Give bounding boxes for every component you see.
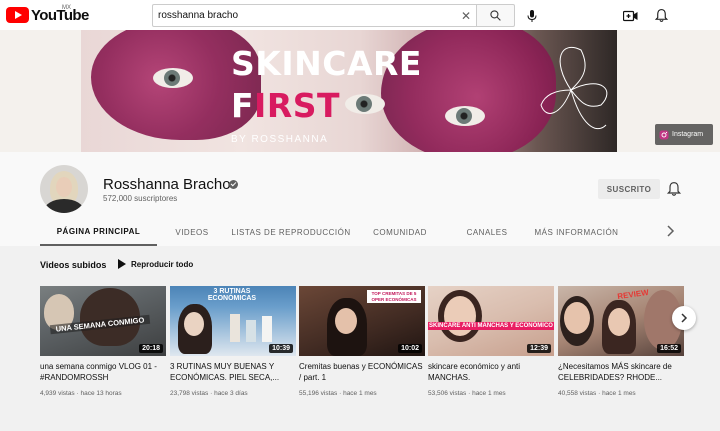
voice-search-button[interactable] xyxy=(522,6,542,26)
notifications-button[interactable] xyxy=(652,6,670,24)
thumb-product xyxy=(230,314,240,342)
tab-videos[interactable]: VIDEOS xyxy=(157,218,227,246)
thumbnail-caption: 3 RUTINAS ECONÓMICAS xyxy=(207,288,257,302)
tab-home[interactable]: PÁGINA PRINCIPAL xyxy=(40,218,157,246)
video-duration: 10:39 xyxy=(269,344,293,353)
chevron-right-icon xyxy=(681,313,688,323)
video-title[interactable]: una semana conmigo VLOG 01 - #RANDOMROSS… xyxy=(40,361,166,383)
video-shelf: UNA SEMANA CONMIGO 20:18 una semana conm… xyxy=(40,286,684,416)
video-card[interactable]: SKINCARE ANTI MANCHAS Y ECONÓMICO 12:39 … xyxy=(428,286,554,416)
video-title[interactable]: Cremitas buenas y ECONÓMICAS / part. 1 xyxy=(299,361,425,383)
video-card[interactable]: 3 RUTINAS ECONÓMICAS 10:39 3 RUTINAS MUY… xyxy=(170,286,296,416)
video-duration: 10:02 xyxy=(398,344,422,353)
video-title[interactable]: skincare económico y anti MANCHAS. xyxy=(428,361,554,383)
create-video-icon xyxy=(622,10,637,22)
play-icon xyxy=(118,259,126,269)
channel-name: Rosshanna Bracho xyxy=(103,176,231,193)
logo-text: YouTube xyxy=(31,6,89,24)
clear-search-icon[interactable]: ✕ xyxy=(461,9,471,23)
subscribe-button[interactable]: SUSCRITO xyxy=(598,179,660,199)
video-thumbnail[interactable]: SKINCARE ANTI MANCHAS Y ECONÓMICO 12:39 xyxy=(428,286,554,356)
notifications-icon xyxy=(654,8,668,22)
search-icon xyxy=(490,10,501,21)
search-button[interactable] xyxy=(477,4,515,27)
video-thumbnail[interactable]: REVIEW 16:52 xyxy=(558,286,684,356)
thumb-product xyxy=(262,316,272,342)
video-title[interactable]: ¿Necesitamos MÁS skincare de CELEBRIDADE… xyxy=(558,361,684,383)
section-title[interactable]: Videos subidos xyxy=(40,260,106,270)
mic-icon xyxy=(527,10,537,22)
play-all-button[interactable]: Reproducir todo xyxy=(118,257,193,271)
thumb-product xyxy=(246,320,256,342)
banner-title-rest: IRST xyxy=(254,86,341,125)
channel-tabs: PÁGINA PRINCIPAL VIDEOS LISTAS DE REPROD… xyxy=(40,218,680,246)
subscriber-count: 572,000 suscriptores xyxy=(103,194,178,203)
channel-header: Rosshanna Bracho 572,000 suscriptores SU… xyxy=(0,152,720,246)
video-duration: 16:52 xyxy=(657,344,681,353)
thumb-face xyxy=(335,308,357,334)
tab-channels[interactable]: CANALES xyxy=(445,218,529,246)
instagram-link[interactable]: Instagram xyxy=(655,124,713,145)
video-thumbnail[interactable]: 3 RUTINAS ECONÓMICAS 10:39 xyxy=(170,286,296,356)
banner-title-f: F xyxy=(231,86,255,125)
channel-avatar[interactable] xyxy=(40,165,88,213)
video-meta: 53,506 vistas · hace 1 mes xyxy=(428,390,506,397)
video-card[interactable]: TOP CREMITAS DE 5 OPER ECONÓMICAS 10:02 … xyxy=(299,286,425,416)
tab-about[interactable]: MÁS INFORMACIÓN xyxy=(529,218,624,246)
avatar-face xyxy=(56,177,72,197)
create-video-button[interactable] xyxy=(621,7,639,25)
video-card[interactable]: UNA SEMANA CONMIGO 20:18 una semana conm… xyxy=(40,286,166,416)
youtube-play-icon xyxy=(6,7,29,23)
youtube-logo[interactable]: YouTube MX xyxy=(6,5,89,24)
video-thumbnail[interactable]: TOP CREMITAS DE 5 OPER ECONÓMICAS 10:02 xyxy=(299,286,425,356)
video-meta: 55,196 vistas · hace 1 mes xyxy=(299,390,377,397)
video-duration: 12:39 xyxy=(527,344,551,353)
flower-illustration xyxy=(540,47,608,130)
search-box[interactable]: ✕ xyxy=(152,4,477,27)
tab-community[interactable]: COMUNIDAD xyxy=(355,218,445,246)
instagram-link-label: Instagram xyxy=(672,131,704,138)
banner-byline: BY ROSSHANNA xyxy=(231,134,329,145)
banner-eye xyxy=(153,68,193,88)
banner-eye xyxy=(345,94,385,114)
video-duration: 20:18 xyxy=(139,344,163,353)
top-bar: YouTube MX ✕ xyxy=(0,0,720,30)
verified-badge-icon xyxy=(229,180,238,189)
uploads-section: Videos subidos Reproducir todo UNA SEMAN… xyxy=(0,246,720,431)
shelf-next-button[interactable] xyxy=(672,306,696,330)
thumb-face xyxy=(184,312,204,336)
video-meta: 40,558 vistas · hace 1 mes xyxy=(558,390,636,397)
channel-banner: SKINCARE FIRST BY ROSSHANNA xyxy=(81,30,617,152)
banner-title-line1: SKINCARE xyxy=(231,44,422,83)
video-meta: 23,798 vistas · hace 3 días xyxy=(170,390,248,397)
video-title[interactable]: 3 RUTINAS MUY BUENAS Y ECONÓMICAS. PIEL … xyxy=(170,361,296,383)
banner-eye xyxy=(445,106,485,126)
avatar-body xyxy=(44,199,84,213)
region-code: MX xyxy=(62,5,71,11)
tab-playlists[interactable]: LISTAS DE REPRODUCCIÓN xyxy=(227,218,355,246)
thumbnail-caption: TOP CREMITAS DE 5 OPER ECONÓMICAS xyxy=(367,290,421,303)
thumbnail-caption: SKINCARE ANTI MANCHAS Y ECONÓMICO xyxy=(428,322,554,330)
tabs-scroll-right-icon[interactable] xyxy=(664,224,676,238)
thumb-face xyxy=(444,296,476,336)
video-card[interactable]: REVIEW 16:52 ¿Necesitamos MÁS skincare d… xyxy=(558,286,684,416)
channel-notifications-bell-icon[interactable] xyxy=(666,181,682,197)
thumb-face xyxy=(608,308,630,336)
search-input[interactable] xyxy=(153,5,443,26)
thumb-face xyxy=(564,302,590,334)
play-all-label: Reproducir todo xyxy=(131,259,194,269)
video-meta: 4,939 vistas · hace 13 horas xyxy=(40,390,122,397)
banner-title-line2: FIRST xyxy=(231,86,340,125)
video-thumbnail[interactable]: UNA SEMANA CONMIGO 20:18 xyxy=(40,286,166,356)
instagram-icon xyxy=(659,130,669,139)
